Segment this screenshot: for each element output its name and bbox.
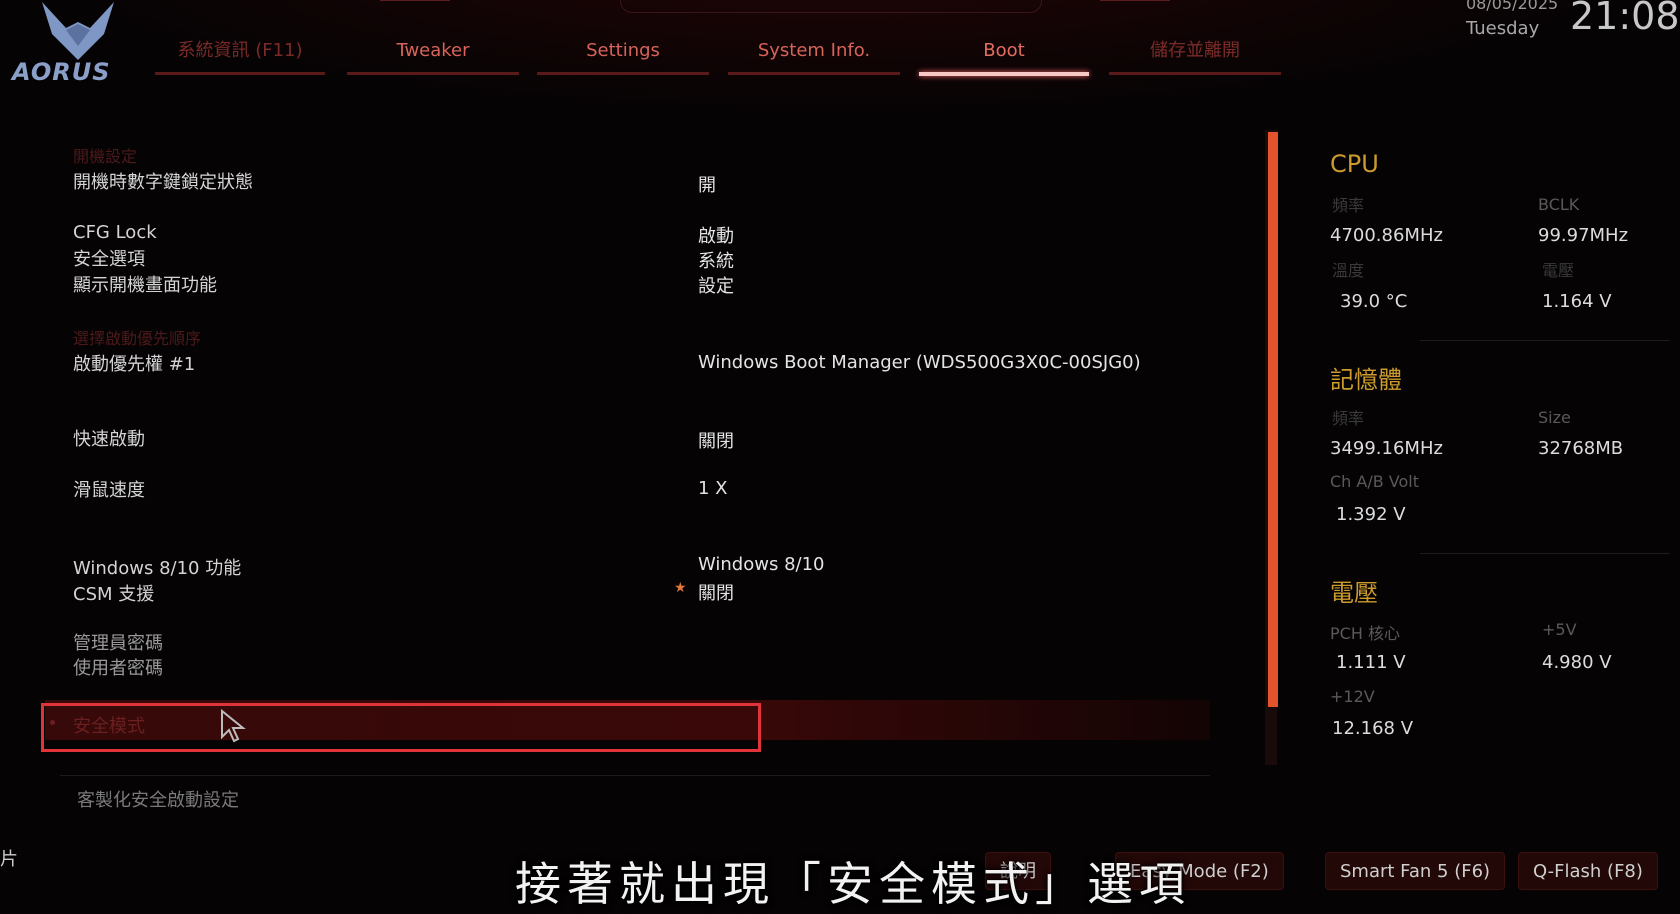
mouse-speed-value[interactable]: 1 X — [698, 478, 728, 499]
tab-settings[interactable]: Settings — [537, 36, 709, 76]
memory-freq-label: 頻率 — [1332, 409, 1365, 428]
tab-save-exit[interactable]: 儲存並離開 — [1109, 36, 1281, 76]
cpu-title: CPU — [1330, 150, 1379, 178]
day: Tuesday — [1466, 18, 1540, 39]
security-option-label[interactable]: 安全選項 — [73, 245, 145, 271]
top-slash-decoration — [380, 0, 450, 1]
datetime: 08/05/2025 Tuesday 21:08 — [1466, 0, 1680, 50]
hardware-monitor: CPU 頻率 BCLK 4700.86MHz 99.97MHz 溫度 電壓 39… — [1330, 150, 1670, 750]
memory-size-value: 32768MB — [1538, 438, 1624, 459]
qflash-button[interactable]: Q-Flash (F8) — [1518, 852, 1658, 890]
memory-freq-value: 3499.16MHz — [1330, 438, 1443, 459]
csm-value[interactable]: 關閉 — [698, 579, 734, 605]
date: 08/05/2025 — [1466, 0, 1559, 13]
tab-tweaker[interactable]: Tweaker — [347, 36, 519, 76]
full-screen-logo-value[interactable]: 設定 — [698, 272, 734, 298]
tab-underline — [1109, 72, 1281, 75]
tab-underline — [537, 72, 709, 75]
tab-boot[interactable]: Boot — [919, 36, 1089, 76]
star-icon: ★ — [674, 580, 687, 596]
pch-value: 1.111 V — [1336, 652, 1406, 673]
edge-character: 片 — [0, 849, 18, 870]
v12-value: 12.168 V — [1332, 718, 1414, 739]
cpu-freq-label: 頻率 — [1332, 196, 1365, 215]
top-frame-decoration — [620, 0, 1042, 13]
cpu-voltage-value: 1.164 V — [1542, 291, 1612, 312]
memory-volt-label: Ch A/B Volt — [1330, 472, 1420, 491]
tab-underline — [347, 72, 519, 75]
memory-title: 記憶體 — [1330, 366, 1402, 394]
v5-label: +5V — [1542, 620, 1577, 639]
memory-volt-value: 1.392 V — [1336, 504, 1406, 525]
hw-separator — [1420, 340, 1670, 341]
cpu-bclk-value: 99.97MHz — [1538, 225, 1629, 246]
csm-label[interactable]: CSM 支援 — [73, 580, 154, 606]
logo-text: AORUS — [12, 58, 111, 86]
section-boot-settings: 開機設定 — [73, 147, 138, 166]
numlock-label[interactable]: 開機時數字鍵鎖定狀態 — [73, 168, 253, 194]
video-subtitle: 接著就出現「安全模式」選項 — [515, 857, 1191, 911]
mouse-speed-label[interactable]: 滑鼠速度 — [73, 476, 145, 502]
tab-label: 儲存並離開 — [1150, 40, 1240, 61]
tab-underline — [728, 72, 900, 75]
memory-size-label: Size — [1538, 408, 1571, 427]
cpu-freq-value: 4700.86MHz — [1330, 225, 1443, 246]
eagle-icon — [42, 2, 114, 60]
security-option-value[interactable]: 系統 — [698, 247, 734, 273]
user-password-label[interactable]: 使用者密碼 — [73, 654, 163, 680]
full-screen-logo-label[interactable]: 顯示開機畫面功能 — [73, 271, 217, 297]
fast-boot-label[interactable]: 快速啟動 — [73, 425, 145, 451]
tab-label: Settings — [586, 40, 660, 61]
cpu-bclk-label: BCLK — [1538, 195, 1580, 214]
tab-system-info-f11[interactable]: 系統資訊 (F11) — [155, 36, 325, 76]
tab-label: Tweaker — [396, 40, 470, 61]
boot-option1-value[interactable]: Windows Boot Manager (WDS500G3X0C-00SJG0… — [698, 352, 1141, 373]
cfg-lock-label[interactable]: CFG Lock — [73, 222, 157, 243]
cfg-lock-value[interactable]: 啟動 — [698, 222, 734, 248]
hw-separator — [1420, 553, 1670, 554]
safe-mode-selection-box — [41, 703, 761, 752]
v5-value: 4.980 V — [1542, 652, 1612, 673]
v12-label: +12V — [1330, 687, 1375, 706]
cpu-temp-label: 溫度 — [1332, 261, 1365, 280]
windows-feature-value[interactable]: Windows 8/10 — [698, 554, 825, 575]
clock: 21:08 — [1570, 0, 1680, 38]
divider — [60, 775, 1210, 776]
top-slash-decoration — [1100, 0, 1170, 1]
cpu-voltage-label: 電壓 — [1542, 261, 1575, 280]
tab-label: Boot — [983, 40, 1025, 61]
pch-label: PCH 核心 — [1330, 624, 1400, 643]
tab-underline — [155, 72, 325, 75]
tab-label: System Info. — [757, 40, 871, 61]
cpu-temp-value: 39.0 °C — [1340, 291, 1408, 312]
fast-boot-value[interactable]: 關閉 — [698, 427, 734, 453]
aorus-logo: AORUS — [10, 0, 125, 92]
tab-label: 系統資訊 (F11) — [177, 40, 303, 61]
boot-option1-label[interactable]: 啟動優先權 #1 — [73, 350, 195, 376]
section-boot-priority: 選擇啟動優先順序 — [73, 329, 202, 348]
numlock-value[interactable]: 開 — [698, 171, 716, 197]
smart-fan-button[interactable]: Smart Fan 5 (F6) — [1325, 852, 1506, 890]
voltage-title: 電壓 — [1330, 579, 1378, 607]
tab-system-info[interactable]: System Info. — [728, 36, 900, 76]
windows-feature-label[interactable]: Windows 8/10 功能 — [73, 554, 241, 580]
scrollbar-thumb[interactable] — [1268, 132, 1278, 707]
tab-underline-active — [919, 72, 1089, 76]
custom-secure-boot-label[interactable]: 客製化安全啟動設定 — [77, 786, 239, 812]
admin-password-label[interactable]: 管理員密碼 — [73, 629, 163, 655]
